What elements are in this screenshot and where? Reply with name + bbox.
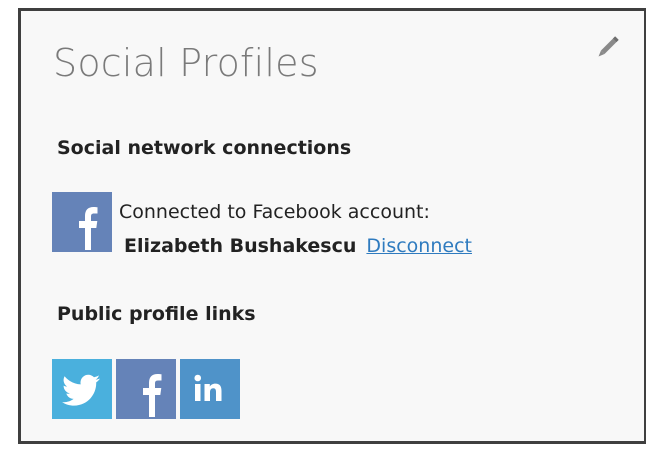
profile-links (52, 359, 240, 419)
edit-button[interactable] (590, 31, 624, 65)
card-title: Social Profiles (53, 41, 319, 85)
connection-status-text: Connected to Facebook account: (119, 201, 430, 223)
facebook-icon (143, 374, 162, 417)
twitter-icon (62, 374, 100, 406)
public-links-heading: Public profile links (57, 303, 256, 325)
account-line: Elizabeth Bushakescu Disconnect (124, 234, 472, 258)
facebook-icon (52, 192, 112, 252)
page: Social Profiles Social network connectio… (0, 0, 654, 454)
pencil-icon (598, 36, 619, 57)
account-name: Elizabeth Bushakescu (124, 235, 357, 257)
linkedin-icon (194, 374, 222, 401)
facebook-connection: Connected to Facebook account: Elizabeth… (52, 192, 612, 262)
social-profiles-card: Social Profiles Social network connectio… (18, 8, 646, 444)
linkedin-profile-link[interactable] (180, 359, 240, 419)
twitter-profile-link[interactable] (52, 359, 112, 419)
facebook-profile-link[interactable] (116, 359, 176, 419)
disconnect-link[interactable]: Disconnect (366, 235, 472, 257)
connections-heading: Social network connections (57, 137, 352, 159)
